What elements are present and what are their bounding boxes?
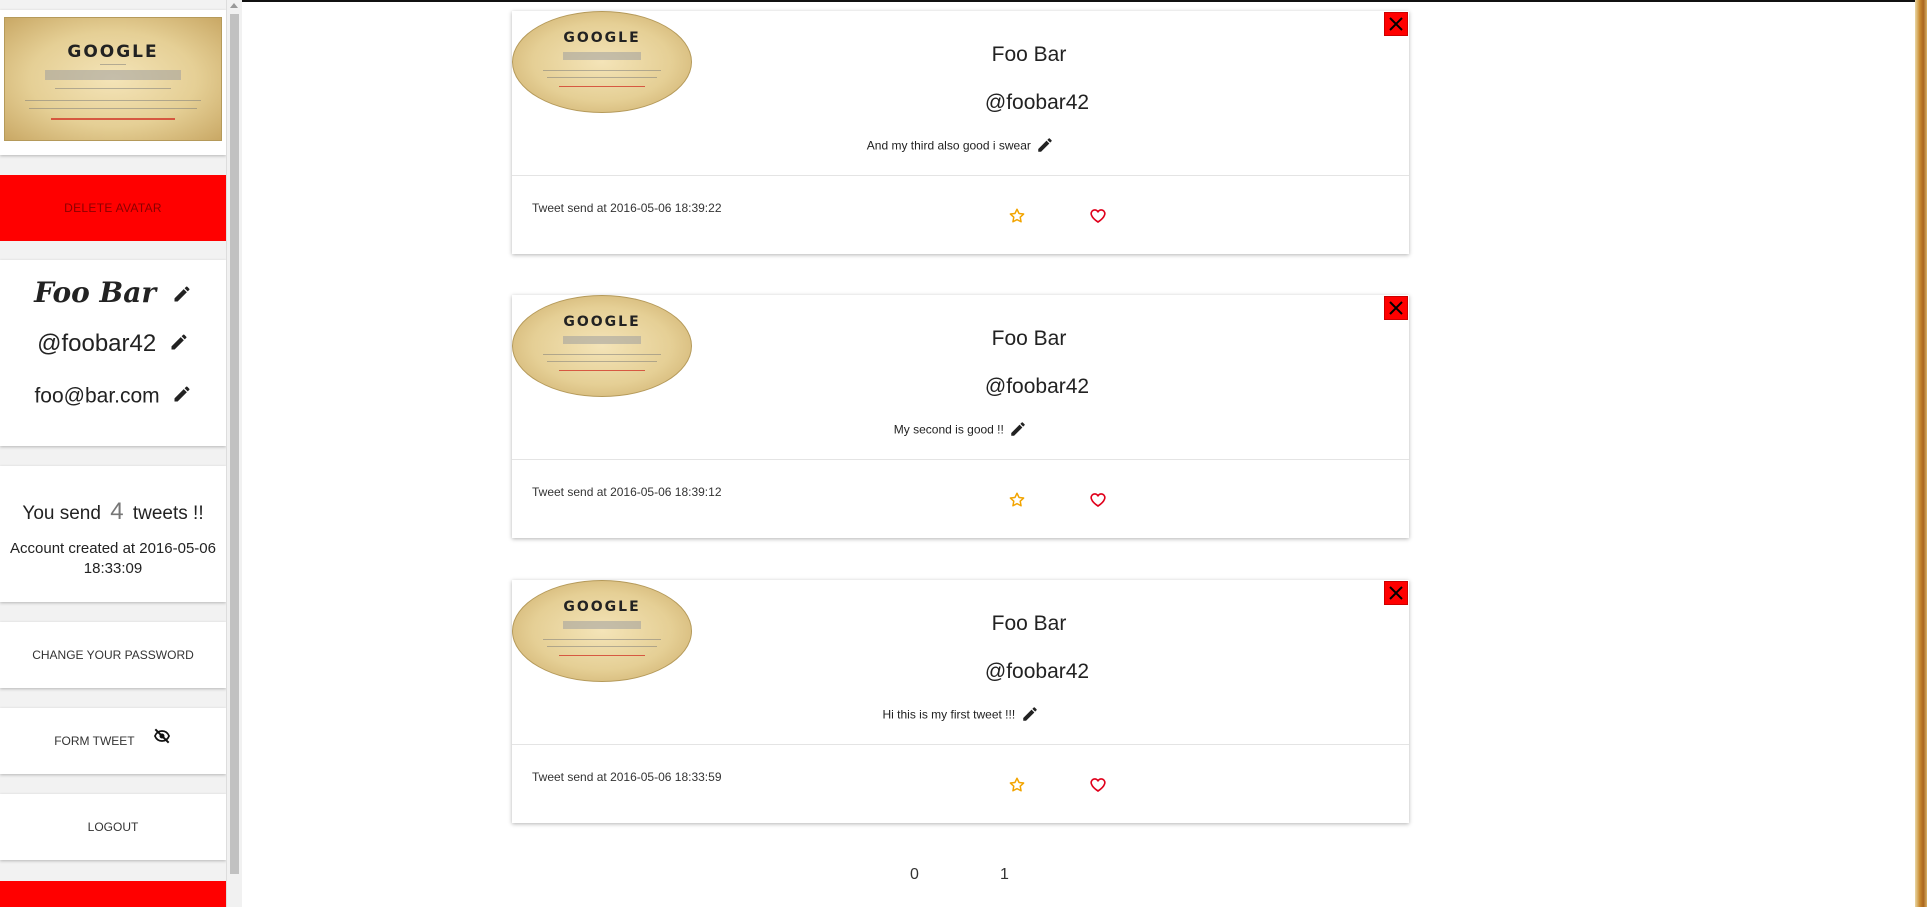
tweet-divider [512, 744, 1409, 745]
tweet-sent-date: 2016-05-06 18:39:12 [610, 485, 722, 499]
tweet-author-handle: @foobar42 [984, 91, 1090, 114]
star-icon[interactable] [1008, 491, 1026, 514]
profile-handle: @foobar42 [37, 330, 157, 357]
delete-avatar-button[interactable]: DELETE AVATAR [0, 175, 226, 241]
logout-button[interactable]: LOGOUT [0, 794, 226, 860]
tweet-text-row: Hi this is my first tweet !!! [512, 705, 1409, 726]
tweet-count-line: You send 4 tweets !! [0, 498, 226, 526]
tweet-count: 4 [110, 498, 124, 525]
tweet-sent-at: Tweet send at 2016-05-06 18:39:12 [532, 485, 722, 499]
tweet-text-row: My second is good !! [512, 420, 1409, 441]
tweet-text-row: And my third also good i swear [512, 136, 1409, 157]
star-icon[interactable] [1008, 207, 1026, 230]
avatar-poster-logo: GOOGLE [67, 42, 159, 62]
sidebar-scrollbar[interactable] [226, 0, 242, 907]
edit-tweet-pencil-icon[interactable] [1009, 420, 1027, 441]
heart-icon[interactable] [1089, 776, 1107, 799]
tweet-text: And my third also good i swear [866, 138, 1031, 153]
form-tweet-button[interactable]: FORM TWEET [0, 708, 226, 774]
tweet-text: My second is good !! [893, 422, 1004, 437]
tweet-author-handle: @foobar42 [984, 375, 1090, 398]
delete-tweet-close-icon[interactable] [1384, 296, 1408, 320]
scrollbar-thumb[interactable] [230, 14, 239, 874]
delete-tweet-close-icon[interactable] [1384, 581, 1408, 605]
edit-tweet-pencil-icon[interactable] [1021, 705, 1039, 726]
change-password-button[interactable]: CHANGE YOUR PASSWORD [0, 622, 226, 688]
tweet-sent-label: Tweet send at [532, 201, 607, 215]
profile-email: foo@bar.com [34, 384, 160, 408]
edit-email-pencil-icon[interactable] [172, 384, 192, 410]
delete-tweet-close-icon[interactable] [1384, 12, 1408, 36]
pagination-page-1[interactable]: 1 [1000, 866, 1009, 884]
profile-card: Foo Bar @foobar42 foo@bar.com [0, 260, 226, 446]
tweet-sent-date: 2016-05-06 18:33:59 [610, 770, 722, 784]
avatar-image[interactable]: GOOGLE [4, 17, 222, 141]
pagination-page-0[interactable]: 0 [910, 866, 919, 884]
stats-card: You send 4 tweets !! Account created at … [0, 466, 226, 602]
edit-handle-pencil-icon[interactable] [169, 331, 189, 359]
tweet-card: GOOGLE Foo Bar @foobar42 Hi this is my f… [512, 580, 1409, 823]
form-tweet-label: FORM TWEET [54, 734, 135, 748]
profile-name: Foo Bar [34, 276, 157, 309]
tweet-count-suffix: tweets !! [132, 503, 204, 524]
tweet-divider [512, 175, 1409, 176]
tweet-sent-at: Tweet send at 2016-05-06 18:39:22 [532, 201, 722, 215]
edit-tweet-pencil-icon[interactable] [1036, 136, 1054, 157]
window-top-border [0, 0, 1927, 2]
tweet-sent-label: Tweet send at [532, 485, 607, 499]
profile-name-row: Foo Bar [0, 276, 226, 311]
tweet-sent-label: Tweet send at [532, 770, 607, 784]
tweet-author-name: Foo Bar [991, 327, 1067, 350]
sidebar: GOOGLE DELETE AVATAR Foo Bar @foobar42 f… [0, 0, 226, 907]
avatar-card: GOOGLE [0, 10, 226, 155]
tweet-card: GOOGLE Foo Bar @foobar42 And my third al… [512, 11, 1409, 254]
tweet-author-name: Foo Bar [991, 43, 1067, 66]
tweet-author-handle: @foobar42 [984, 660, 1090, 683]
edit-name-pencil-icon[interactable] [172, 278, 192, 311]
account-created-label: Account created at [10, 540, 136, 557]
profile-email-row: foo@bar.com [0, 384, 226, 410]
tweet-sent-at: Tweet send at 2016-05-06 18:33:59 [532, 770, 722, 784]
account-created: Account created at 2016-05-06 18:33:09 [10, 539, 216, 579]
tweet-card: GOOGLE Foo Bar @foobar42 My second is go… [512, 295, 1409, 538]
tweet-divider [512, 459, 1409, 460]
heart-icon[interactable] [1089, 207, 1107, 230]
background-edge [1915, 0, 1927, 907]
tweet-text: Hi this is my first tweet !!! [882, 707, 1016, 722]
heart-icon[interactable] [1089, 491, 1107, 514]
profile-handle-row: @foobar42 [0, 330, 226, 359]
sidebar-bottom-red-button[interactable] [0, 881, 226, 907]
tweet-author-name: Foo Bar [991, 612, 1067, 635]
tweet-count-prefix: You send [22, 503, 101, 524]
scroll-up-arrow-icon[interactable] [230, 3, 238, 8]
eye-off-icon [152, 709, 172, 775]
star-icon[interactable] [1008, 776, 1026, 799]
tweet-sent-date: 2016-05-06 18:39:22 [610, 201, 722, 215]
